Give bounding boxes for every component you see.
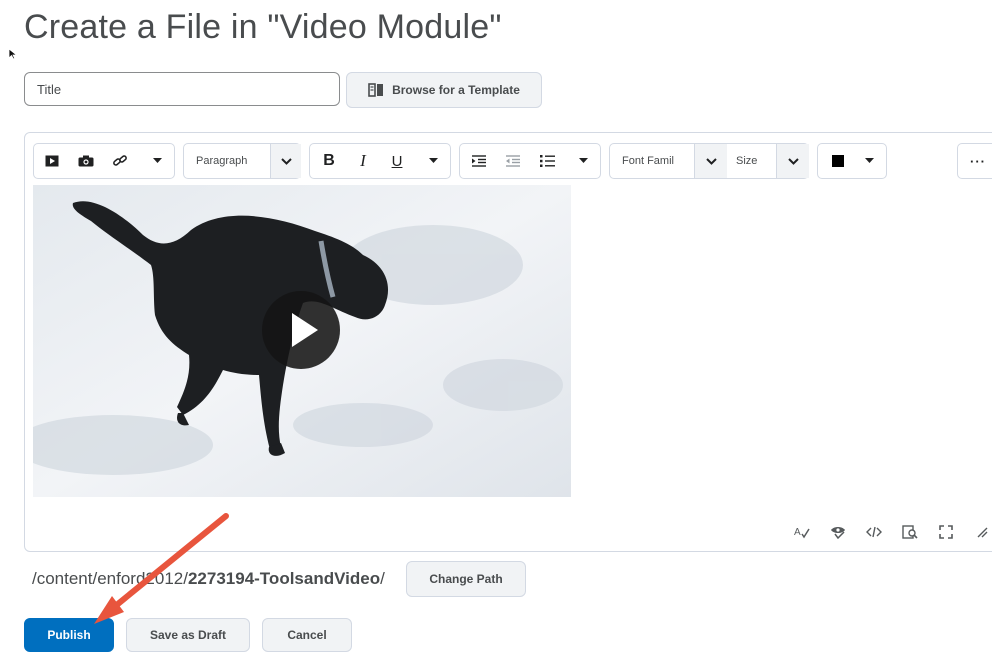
insert-image-button[interactable] (72, 144, 100, 178)
play-button[interactable] (262, 291, 340, 369)
path-prefix: /content/enfor (32, 569, 136, 588)
resize-handle-icon[interactable] (971, 523, 992, 541)
chevron-down-icon (270, 144, 301, 178)
indent-icon (472, 155, 486, 167)
path-suffix: / (380, 569, 385, 588)
color-swatch (832, 155, 844, 167)
list-button[interactable] (534, 144, 560, 178)
page-title: Create a File in "Video Module" (24, 8, 502, 46)
editor-status-bar: A (791, 523, 992, 541)
embedded-video[interactable] (33, 185, 571, 497)
underline-button[interactable]: U (384, 144, 410, 178)
accessibility-checker-icon[interactable] (827, 523, 849, 541)
path-folder: 2273194-ToolsandVideo (187, 569, 381, 588)
insert-link-button[interactable] (106, 144, 134, 178)
more-actions-group: ··· (957, 143, 992, 179)
path-middle: d2012/ (135, 569, 188, 588)
video-icon (45, 155, 59, 167)
chevron-down-icon[interactable] (776, 144, 809, 178)
insert-group (33, 143, 175, 179)
chevron-down-icon[interactable] (694, 144, 727, 178)
mouse-cursor-icon (8, 48, 18, 60)
text-color-group (817, 143, 887, 179)
caret-down-icon (428, 158, 438, 163)
text-style-group: B I U (309, 143, 451, 179)
text-color-dropdown[interactable] (854, 144, 884, 178)
bold-button[interactable]: B (316, 144, 342, 178)
html-editor[interactable]: Paragraph B I U Font Famil Size ··· A (24, 132, 992, 552)
caret-down-icon (864, 158, 874, 163)
text-style-more-dropdown[interactable] (418, 144, 448, 178)
format-select[interactable]: Paragraph (183, 143, 301, 179)
font-group: Font Famil Size (609, 143, 809, 179)
spellcheck-icon[interactable]: A (791, 523, 813, 541)
source-code-icon[interactable] (863, 523, 885, 541)
more-actions-button[interactable]: ··· (960, 144, 992, 178)
title-input[interactable] (24, 72, 340, 106)
browse-template-button[interactable]: Browse for a Template (346, 72, 542, 108)
outdent-icon (506, 155, 520, 167)
font-size-select[interactable]: Size (736, 144, 766, 178)
file-path: /content/enford2012/2273194-ToolsandVide… (32, 569, 385, 589)
template-icon (368, 83, 384, 97)
font-family-select[interactable]: Font Famil (622, 144, 684, 178)
bulleted-list-icon (539, 155, 555, 167)
svg-text:A: A (794, 527, 801, 538)
camera-icon (78, 155, 94, 167)
caret-down-icon (152, 158, 162, 163)
link-icon (113, 155, 127, 166)
fullscreen-icon[interactable] (935, 523, 957, 541)
text-color-button[interactable] (824, 144, 852, 178)
format-select-value: Paragraph (196, 155, 248, 167)
browse-template-label: Browse for a Template (392, 83, 520, 97)
insert-video-button[interactable] (38, 144, 66, 178)
paragraph-more-dropdown[interactable] (568, 144, 598, 178)
preview-icon[interactable] (899, 523, 921, 541)
indent-button[interactable] (466, 144, 492, 178)
paragraph-group (459, 143, 601, 179)
insert-more-dropdown[interactable] (142, 144, 172, 178)
change-path-button[interactable]: Change Path (406, 561, 526, 597)
caret-down-icon (578, 158, 588, 163)
italic-button[interactable]: I (350, 144, 376, 178)
outdent-button[interactable] (500, 144, 526, 178)
